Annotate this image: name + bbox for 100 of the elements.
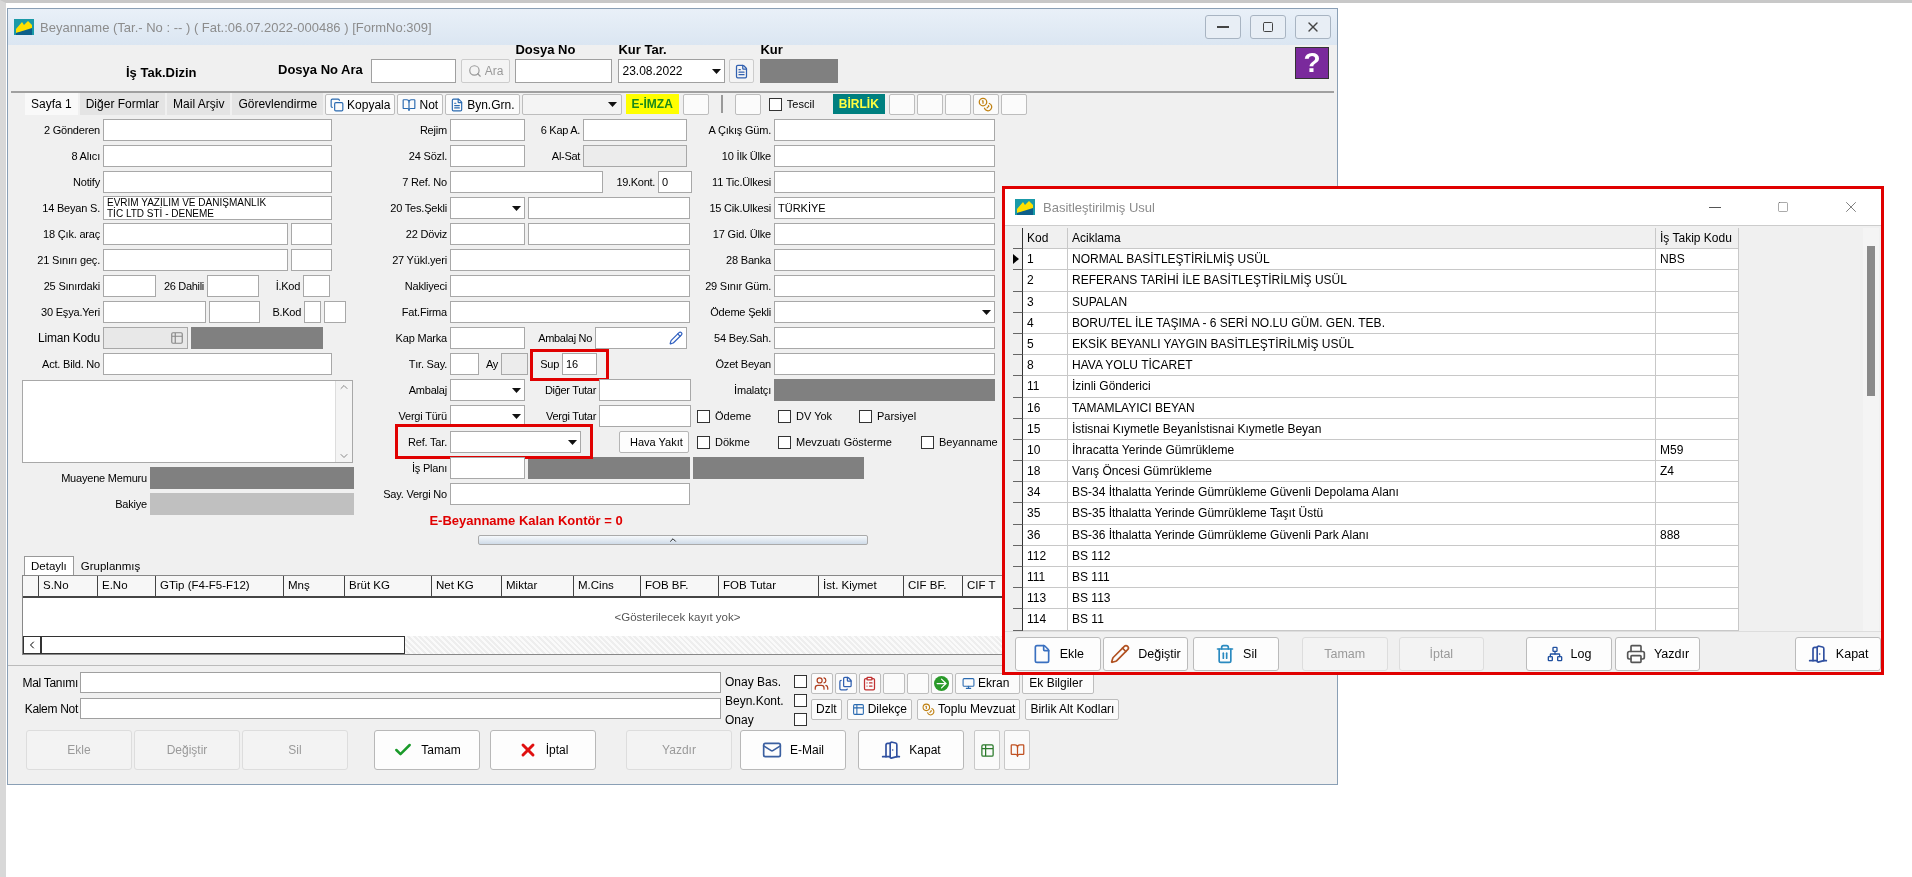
- text-field[interactable]: [528, 223, 690, 245]
- text-field[interactable]: [80, 698, 721, 719]
- text-field[interactable]: [103, 301, 206, 323]
- dialog-button[interactable]: Yazdır: [1614, 637, 1701, 672]
- toolbar-button[interactable]: Not: [397, 94, 444, 115]
- tab[interactable]: Mail Arşiv: [167, 93, 231, 115]
- checkbox[interactable]: Onay: [725, 710, 807, 729]
- tool-button[interactable]: [974, 730, 1000, 770]
- text-field[interactable]: 16: [562, 353, 597, 375]
- text-field[interactable]: [103, 119, 332, 141]
- text-field[interactable]: [207, 275, 259, 297]
- text-field[interactable]: [450, 119, 525, 141]
- tool-button[interactable]: Ekran: [955, 672, 1021, 694]
- text-field[interactable]: TÜRKİYE: [774, 197, 995, 219]
- tool-button[interactable]: [811, 672, 833, 694]
- file-no-field[interactable]: [515, 59, 613, 83]
- toolbar-button[interactable]: [682, 94, 709, 115]
- text-field[interactable]: [450, 249, 690, 271]
- minimize-button[interactable]: [1205, 15, 1241, 39]
- tool-button[interactable]: [931, 672, 953, 694]
- dropdown-field[interactable]: [774, 301, 995, 323]
- checkbox[interactable]: Onay Bas.: [725, 672, 807, 691]
- tool-button[interactable]: [835, 672, 857, 694]
- toolbar-button[interactable]: [972, 94, 999, 115]
- notes-area[interactable]: [22, 380, 353, 463]
- text-field[interactable]: [209, 301, 260, 323]
- text-field[interactable]: [528, 197, 690, 219]
- text-field[interactable]: [774, 353, 995, 375]
- picker-field[interactable]: [595, 327, 687, 349]
- date-field[interactable]: 23.08.2022: [618, 59, 726, 83]
- text-field[interactable]: [774, 145, 995, 167]
- text-area[interactable]: EVRİM YAZILIM VE DANIŞMANLIK TİC LTD STİ - DENEME: [103, 196, 332, 220]
- text-field[interactable]: [103, 275, 156, 297]
- toolbar-button[interactable]: [944, 94, 971, 115]
- dropdown-field[interactable]: [450, 431, 581, 453]
- text-field[interactable]: [450, 275, 690, 297]
- toolbar-button[interactable]: [1000, 94, 1027, 115]
- checkbox[interactable]: Dökme: [697, 435, 775, 449]
- text-field[interactable]: 0: [658, 171, 692, 193]
- text-field[interactable]: [304, 301, 321, 323]
- tool-button[interactable]: Dilekçe: [846, 698, 913, 720]
- text-field[interactable]: [450, 145, 525, 167]
- dialog-button[interactable]: Ekle: [1015, 637, 1101, 672]
- checkbox[interactable]: Tescil: [768, 93, 829, 115]
- lookup-field[interactable]: [103, 327, 188, 349]
- checkbox[interactable]: Parsiyel: [859, 409, 937, 423]
- text-field[interactable]: [774, 223, 995, 245]
- text-field[interactable]: [291, 249, 332, 271]
- text-field[interactable]: [599, 379, 691, 401]
- close-button[interactable]: [1295, 15, 1331, 39]
- dialog-button[interactable]: Kapat: [1795, 637, 1881, 672]
- text-field[interactable]: [450, 483, 690, 505]
- text-field[interactable]: [774, 119, 995, 141]
- text-field[interactable]: [450, 457, 525, 479]
- checkbox[interactable]: DV Yok: [778, 409, 856, 423]
- action-button[interactable]: Tamam: [374, 730, 480, 770]
- text-field[interactable]: [80, 672, 721, 693]
- checkbox[interactable]: Mevzuatı Gösterme: [778, 435, 918, 449]
- text-field[interactable]: [450, 171, 603, 193]
- text-field[interactable]: [774, 171, 995, 193]
- help-button[interactable]: ?: [1295, 47, 1329, 79]
- search-field[interactable]: [370, 59, 456, 83]
- scroll-thumb[interactable]: [1867, 246, 1875, 396]
- text-field[interactable]: [103, 223, 288, 245]
- text-field[interactable]: [450, 327, 525, 349]
- dialog-button[interactable]: Sil: [1193, 637, 1279, 672]
- scroll-left-button[interactable]: [23, 636, 41, 654]
- toolbar-button[interactable]: Byn.Grn.: [445, 94, 520, 115]
- checkbox[interactable]: Beyanname: [921, 435, 1001, 449]
- splitter-bar[interactable]: [478, 535, 868, 545]
- toolbar-button[interactable]: Kopyala: [325, 94, 396, 115]
- text-field[interactable]: [583, 119, 687, 141]
- checkbox[interactable]: Beyn.Kont.: [725, 691, 807, 710]
- action-button[interactable]: İptal: [490, 730, 596, 770]
- dropdown-field[interactable]: [450, 379, 525, 401]
- text-field[interactable]: [291, 223, 332, 245]
- action-button[interactable]: Kapat: [858, 730, 964, 770]
- hava-yakit-button[interactable]: Hava Yakıt: [619, 431, 689, 453]
- dialog-button[interactable]: Log: [1526, 637, 1612, 672]
- dropdown-field[interactable]: [450, 405, 525, 427]
- calendar-button[interactable]: [729, 59, 755, 83]
- text-field[interactable]: [774, 249, 995, 271]
- scroll-thumb[interactable]: [41, 636, 405, 654]
- checkbox[interactable]: Ödeme: [697, 409, 775, 423]
- text-field[interactable]: [103, 353, 332, 375]
- text-field[interactable]: [103, 145, 332, 167]
- text-field[interactable]: [103, 171, 332, 193]
- text-field[interactable]: [774, 327, 995, 349]
- tab[interactable]: Detaylı: [24, 556, 74, 575]
- text-field[interactable]: [450, 223, 525, 245]
- tool-button[interactable]: Birlik Alt Kodları: [1025, 698, 1120, 720]
- toolbar-button[interactable]: [888, 94, 915, 115]
- text-field[interactable]: [599, 405, 691, 427]
- tab[interactable]: Sayfa 1: [25, 93, 78, 115]
- text-field[interactable]: [774, 275, 995, 297]
- text-field[interactable]: [450, 301, 690, 323]
- text-field[interactable]: [324, 301, 346, 323]
- tab[interactable]: Gruplanmış: [73, 556, 148, 575]
- text-field[interactable]: [303, 275, 330, 297]
- tool-button[interactable]: [859, 672, 881, 694]
